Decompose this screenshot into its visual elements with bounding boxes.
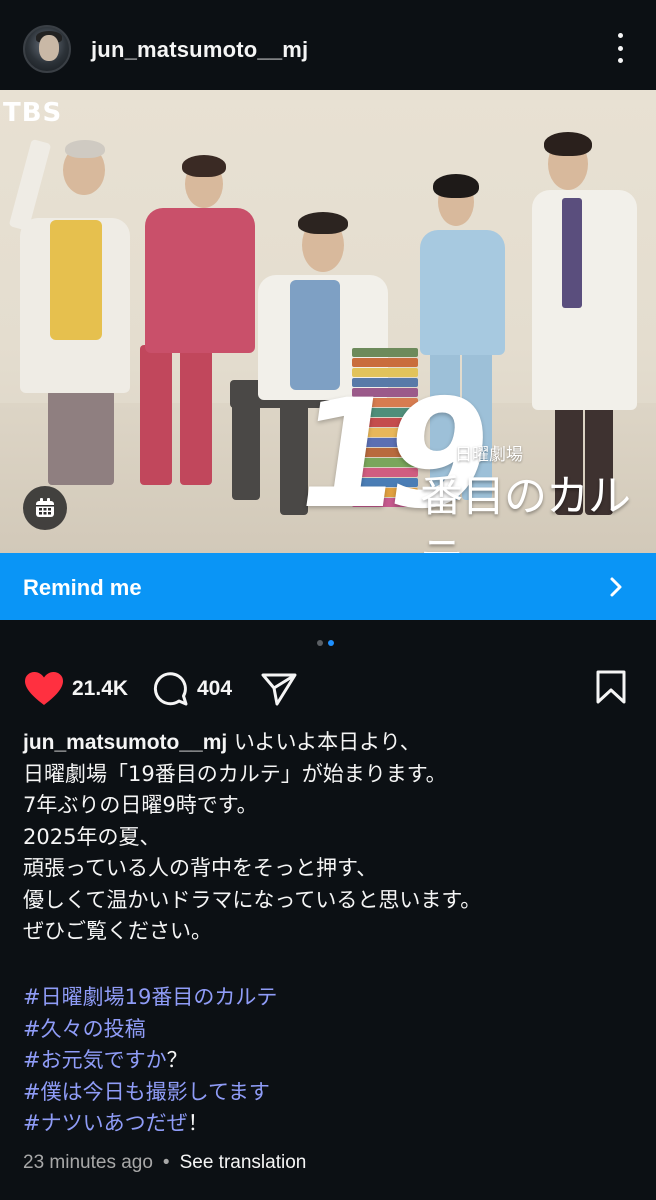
like-count: 21.4K xyxy=(72,677,129,700)
post-caption: jun_matsumoto__mj いよいよ本日より、 日曜劇場「19番目のカル… xyxy=(23,727,638,948)
avatar[interactable] xyxy=(23,25,71,73)
remind-me-button[interactable]: Remind me xyxy=(0,553,656,620)
caption-text-line: 日曜劇場「19番目のカルテ」が始まります。 xyxy=(23,761,447,786)
hashtag-list: #日曜劇場19番目のカルテ #久々の投稿 #お元気ですか？ #僕は今日も撮影して… xyxy=(23,982,277,1140)
chevron-right-icon xyxy=(605,575,627,604)
hashtag[interactable]: #久々の投稿 xyxy=(23,1014,277,1046)
caption-text-line: 優しくて温かいドラマになっていると思います。 xyxy=(23,887,482,912)
more-options-icon[interactable] xyxy=(610,33,630,63)
caption-text-line: いよいよ本日より、 xyxy=(233,730,421,754)
bookmark-icon xyxy=(596,670,626,704)
header-username[interactable]: jun_matsumoto__mj xyxy=(91,37,308,63)
post-meta: 23 minutes ago • See translation xyxy=(23,1152,306,1174)
caption-username[interactable]: jun_matsumoto__mj xyxy=(23,731,227,754)
remind-me-label: Remind me xyxy=(23,575,142,600)
heart-icon xyxy=(25,672,63,705)
caption-text-line: 頑張っている人の背中をそっと押す、 xyxy=(23,856,378,880)
comment-button[interactable]: 404 xyxy=(153,671,232,707)
post-image[interactable]: TBS 19 日曜劇場 番目のカル xyxy=(0,90,656,553)
post-header: jun_matsumoto__mj xyxy=(0,0,656,90)
save-button[interactable] xyxy=(595,669,627,705)
hashtag[interactable]: #ナツいあつだぜ！ xyxy=(23,1108,277,1140)
drama-title-main: 番目のカルテ xyxy=(420,472,631,553)
comment-icon xyxy=(153,672,188,706)
tbs-watermark: TBS xyxy=(3,98,63,128)
caption-text-line: ぜひご覧ください。 xyxy=(23,919,212,943)
calendar-icon[interactable] xyxy=(23,486,67,530)
share-button[interactable] xyxy=(260,671,298,707)
hashtag[interactable]: #日曜劇場19番目のカルテ xyxy=(23,982,277,1014)
send-icon xyxy=(261,673,297,706)
caption-text-line: 2025年の夏、 xyxy=(23,824,161,849)
like-button[interactable]: 21.4K xyxy=(24,671,128,707)
hashtag[interactable]: #お元気ですか？ xyxy=(23,1045,277,1077)
post-timestamp: 23 minutes ago xyxy=(23,1152,153,1173)
carousel-dot xyxy=(328,640,334,646)
comment-count: 404 xyxy=(197,677,233,700)
see-translation-link[interactable]: See translation xyxy=(180,1152,307,1174)
carousel-indicator xyxy=(317,640,334,646)
meta-separator: • xyxy=(162,1152,170,1173)
carousel-dot xyxy=(317,640,323,646)
caption-text-line: 7年ぶりの日曜9時です。 xyxy=(23,793,258,817)
caption-line-1: jun_matsumoto__mj いよいよ本日より、 xyxy=(23,727,638,759)
action-bar: 21.4K 404 xyxy=(0,665,656,713)
hashtag[interactable]: #僕は今日も撮影してます xyxy=(23,1077,277,1109)
